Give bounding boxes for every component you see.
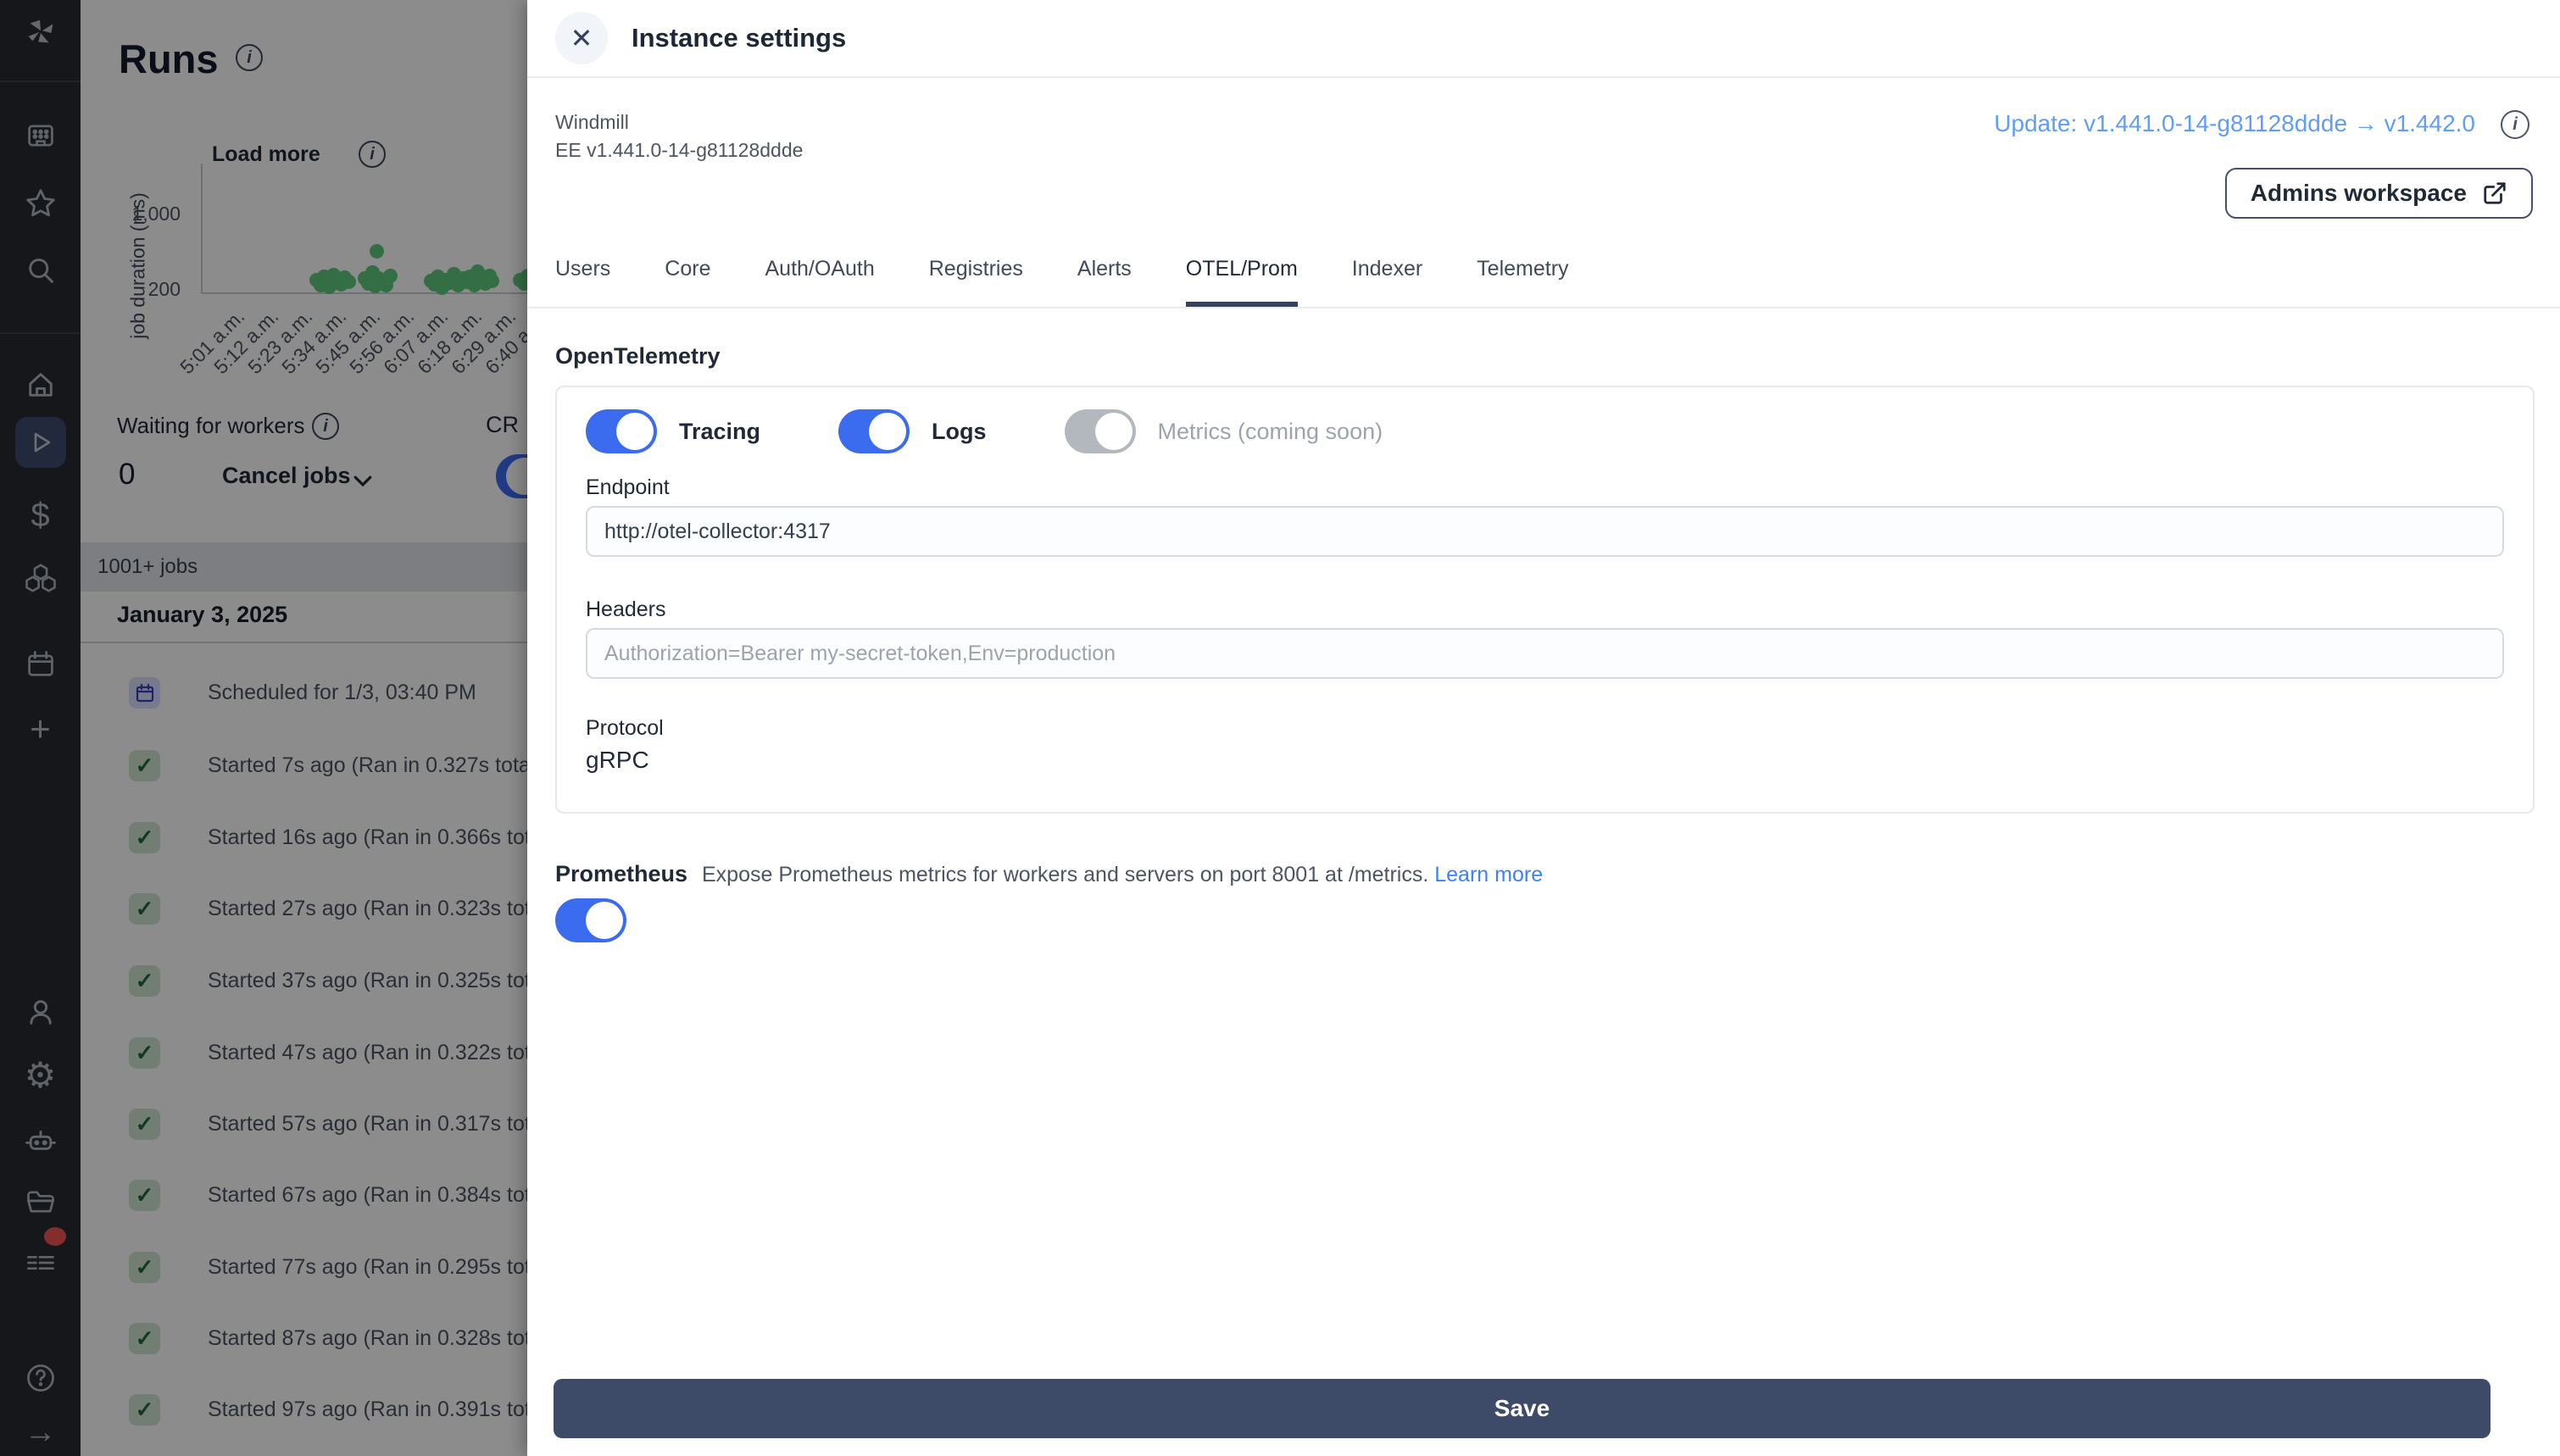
tab-auth-oauth[interactable]: Auth/OAuth [765,257,874,307]
logs-toggle[interactable] [838,409,910,453]
settings-tabs: Users Core Auth/OAuth Registries Alerts OTEL/… [527,257,2560,308]
headers-label: Headers [586,597,666,621]
drawer-header: ✕ Instance settings [527,0,2560,78]
update-link[interactable]: Update: v1.441.0-14-g81128ddde → v1.442.… [1994,110,2475,137]
drawer-title: Instance settings [632,23,847,53]
learn-more-link[interactable]: Learn more [1434,863,1543,886]
toggle-group-metrics: Metrics (coming soon) [1064,409,1383,453]
toggle-label: Logs [932,418,987,444]
toggle-label: Metrics (coming soon) [1157,418,1383,444]
headers-input[interactable] [586,628,2504,679]
tracing-toggle[interactable] [586,409,657,453]
endpoint-input[interactable] [586,506,2504,557]
toggle-group-tracing: Tracing [586,409,760,453]
protocol-label: Protocol [586,716,664,740]
tab-indexer[interactable]: Indexer [1352,257,1422,307]
windmill-app: $ + ⚙ → Runs i job duration (ms) Load mo… [0,0,2560,1456]
save-button[interactable]: Save [554,1379,2490,1438]
version-info: Windmill EE v1.441.0-14-g81128ddde [555,108,803,164]
tab-users[interactable]: Users [555,257,610,307]
opentelemetry-heading: OpenTelemetry [555,343,721,369]
toggle-group-logs: Logs [838,409,987,453]
instance-settings-drawer: ✕ Instance settings Windmill EE v1.441.0… [527,0,2560,1456]
close-icon[interactable]: ✕ [555,12,608,64]
otel-toggles: Tracing Logs Metrics (coming soon) [586,409,1430,453]
tab-alerts[interactable]: Alerts [1077,257,1132,307]
endpoint-label: Endpoint [586,475,670,499]
admins-workspace-label: Admins workspace [2250,180,2467,206]
tab-registries[interactable]: Registries [929,257,1023,307]
toggle-label: Tracing [679,418,761,444]
info-icon[interactable]: i [2501,110,2529,139]
version-line-build: EE v1.441.0-14-g81128ddde [555,139,804,161]
prometheus-title: Prometheus [555,861,688,886]
protocol-value: gRPC [586,747,649,773]
tab-telemetry[interactable]: Telemetry [1477,257,1568,307]
admins-workspace-button[interactable]: Admins workspace [2224,168,2533,219]
metrics-toggle [1064,409,1136,453]
tab-otel-prom[interactable]: OTEL/Prom [1185,257,1298,307]
prometheus-toggle[interactable] [555,898,626,942]
opentelemetry-panel: Tracing Logs Metrics (coming soon) Endpoin… [555,386,2535,814]
external-link-icon [2482,181,2507,206]
tab-core[interactable]: Core [665,257,710,307]
prometheus-description: Expose Prometheus metrics for workers an… [702,863,1429,886]
prometheus-section: Prometheus Expose Prometheus metrics for… [555,861,1543,887]
version-line-product: Windmill [555,111,629,133]
